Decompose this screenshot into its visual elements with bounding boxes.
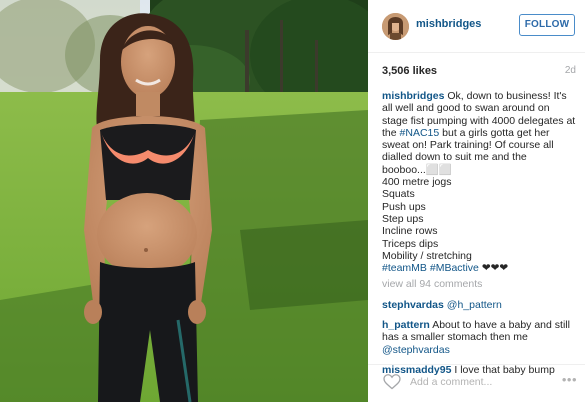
caption-line: Triceps dips [382, 237, 439, 250]
comment-item: h_pattern About to have a baby and still… [382, 319, 578, 356]
follow-button[interactable]: FOLLOW [519, 14, 575, 36]
username-link[interactable]: mishbridges [416, 18, 481, 30]
caption-line: 400 metre jogs [382, 176, 452, 189]
comment-mention[interactable]: @h_pattern [447, 299, 502, 311]
post-image [0, 0, 368, 402]
comment-mention[interactable]: @stephvardas [382, 344, 450, 356]
post-timestamp[interactable]: 2d [565, 65, 576, 76]
heart-icon[interactable] [383, 374, 401, 390]
comment-username[interactable]: h_pattern [382, 319, 430, 331]
post-footer: Add a comment... ••• [368, 364, 585, 403]
hearts-text: ❤❤❤ [481, 262, 509, 275]
view-all-comments-link[interactable]: view all 94 comments [382, 278, 578, 290]
avatar[interactable] [382, 13, 409, 40]
add-comment-input[interactable]: Add a comment... [410, 376, 492, 388]
emoji-text: ⬜⬜ [425, 163, 452, 176]
caption: mishbridges Ok, down to business! It's a… [382, 90, 578, 274]
comments-section: mishbridges Ok, down to business! It's a… [382, 90, 578, 384]
hashtag-link[interactable]: #teamMB [382, 262, 427, 274]
hashtag-link[interactable]: #MBactive [430, 262, 479, 274]
comment-username[interactable]: stephvardas [382, 299, 444, 311]
caption-line: Incline rows [382, 225, 438, 238]
hashtag-link[interactable]: #NAC15 [400, 127, 440, 139]
post-header: mishbridges FOLLOW [368, 0, 585, 53]
caption-line: Squats [382, 188, 415, 201]
post-photo[interactable] [0, 0, 368, 402]
likes-count[interactable]: 3,506 likes [382, 65, 437, 77]
avatar-image [382, 13, 409, 40]
caption-hashtags: #teamMB #MBactive ❤❤❤ [382, 262, 578, 274]
more-options-icon[interactable]: ••• [562, 372, 577, 387]
caption-line: Mobility / stretching [382, 249, 472, 262]
caption-line: Push ups [382, 200, 426, 213]
caption-line: Step ups [382, 212, 424, 225]
comment-item: stephvardas @h_pattern [382, 299, 578, 311]
caption-username[interactable]: mishbridges [382, 90, 444, 102]
post-side-panel: mishbridges FOLLOW 3,506 likes 2d mishbr… [368, 0, 585, 402]
